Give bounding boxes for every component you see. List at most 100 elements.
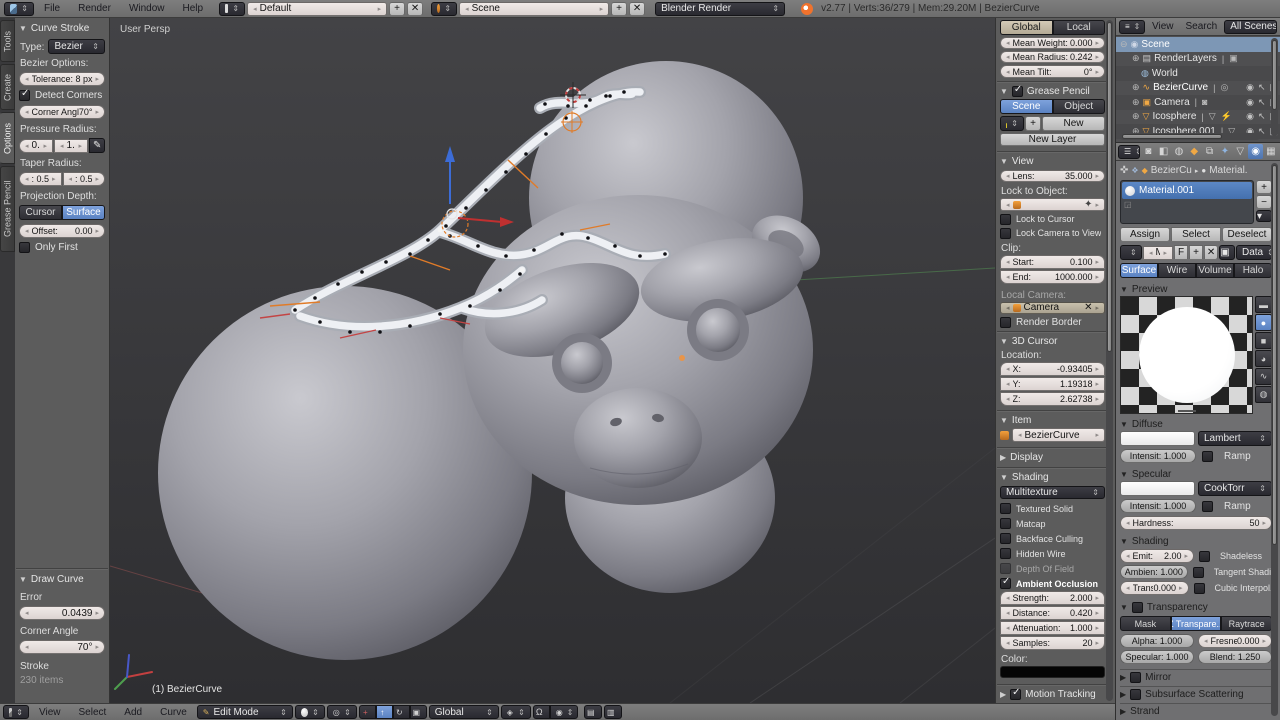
- unlink-material-button[interactable]: ✕: [1204, 245, 1218, 260]
- viewport-editor-type-button[interactable]: [3, 705, 29, 719]
- outliner-scenes-filter-dropdown[interactable]: All Scenes: [1224, 20, 1277, 34]
- taper-max-field[interactable]: : 0.50: [63, 172, 106, 186]
- grease-pencil-panel-header[interactable]: ▼Grease Pencil: [1000, 85, 1105, 98]
- eyedropper-icon[interactable]: ✦: [1084, 199, 1092, 210]
- new-layer-button[interactable]: New Layer: [1000, 133, 1105, 146]
- outliner-row-renderlayers[interactable]: ⊕▤RenderLayers|▣: [1116, 52, 1280, 67]
- manipulator-rotate-button[interactable]: ↻: [393, 705, 410, 719]
- surface-type-button[interactable]: Surface: [1120, 263, 1158, 278]
- outliner-h-scrollbar[interactable]: [1120, 133, 1260, 140]
- gp-scene-button[interactable]: Scene: [1000, 99, 1053, 114]
- view-panel-header[interactable]: ▼View: [1000, 155, 1105, 168]
- disclosure-icon[interactable]: ⊕: [1132, 82, 1140, 93]
- snap-element-dropdown[interactable]: ◈: [501, 705, 531, 719]
- global-tab[interactable]: Global: [1000, 20, 1053, 35]
- preview-hair-button[interactable]: ∿: [1255, 368, 1272, 385]
- lock-to-object-field[interactable]: ✦: [1000, 198, 1105, 210]
- screen-layout-field[interactable]: Default: [247, 2, 387, 16]
- close-scene-button[interactable]: ✕: [629, 2, 645, 16]
- select-arrow-icon[interactable]: ↖: [1258, 82, 1266, 93]
- curve-stroke-panel-header[interactable]: ▼Curve Stroke: [19, 21, 105, 36]
- deselect-button[interactable]: Deselect: [1222, 227, 1272, 242]
- preview-monkey-button[interactable]: ◕: [1255, 350, 1272, 367]
- menu-window[interactable]: Window: [121, 3, 173, 14]
- only-first-checkbox[interactable]: [19, 242, 30, 253]
- tab-constraints[interactable]: ⧉: [1202, 144, 1216, 159]
- proportional-edit-dropdown[interactable]: ◉: [550, 705, 578, 719]
- link-data-dropdown[interactable]: Data: [1236, 245, 1272, 260]
- local-camera-field[interactable]: Camera✕: [1000, 302, 1105, 314]
- tab-world[interactable]: ◍: [1172, 144, 1186, 159]
- view-menu[interactable]: View: [31, 707, 69, 718]
- pin-icon[interactable]: ✜: [1120, 165, 1128, 176]
- taper-min-field[interactable]: : 0.50: [19, 172, 62, 186]
- remove-material-slot-button[interactable]: −: [1256, 195, 1272, 209]
- nodes-button[interactable]: ▣: [1219, 245, 1235, 260]
- diffuse-ramp-checkbox[interactable]: [1202, 451, 1213, 462]
- specular-color-swatch[interactable]: [1120, 481, 1195, 496]
- preview-panel-header[interactable]: ▼Preview: [1120, 282, 1272, 296]
- curve-menu[interactable]: Curve: [152, 707, 195, 718]
- add-scene-button[interactable]: +: [611, 2, 627, 16]
- viewport-3d[interactable]: User Persp (1) BezierCurve: [110, 18, 995, 703]
- tab-options[interactable]: Options: [0, 112, 15, 164]
- material-browse-dropdown[interactable]: [1120, 245, 1142, 260]
- ztransparency-button[interactable]: Z Transpare...: [1171, 616, 1222, 631]
- outliner-search-menu[interactable]: Search: [1181, 21, 1223, 32]
- display-panel-header[interactable]: ▶Display: [1000, 451, 1105, 464]
- specular-ramp-checkbox[interactable]: [1202, 501, 1213, 512]
- select-menu[interactable]: Select: [71, 707, 115, 718]
- material-slot-selected[interactable]: Material.001: [1122, 182, 1252, 199]
- backface-culling-checkbox[interactable]: [1000, 533, 1011, 544]
- eye-icon[interactable]: ◉: [1246, 111, 1254, 122]
- diffuse-panel-header[interactable]: ▼Diffuse: [1120, 417, 1272, 431]
- outliner-row-icosphere[interactable]: ⊕▽Icosphere|▽⚡ ◉↖▣: [1116, 110, 1280, 125]
- dof-checkbox[interactable]: [1000, 563, 1011, 574]
- ambient-slider[interactable]: Ambien: 1.000: [1120, 565, 1188, 579]
- matcap-checkbox[interactable]: [1000, 518, 1011, 529]
- detect-corners-checkbox[interactable]: [19, 90, 30, 101]
- grease-pencil-checkbox[interactable]: [1012, 86, 1023, 97]
- mirror-panel-header[interactable]: ▶Mirror: [1120, 669, 1272, 683]
- manipulator-scale-button[interactable]: ▣: [410, 705, 427, 719]
- item-panel-header[interactable]: ▼Item: [1000, 414, 1105, 427]
- select-arrow-icon[interactable]: ↖: [1258, 97, 1266, 108]
- eye-icon[interactable]: ◉: [1246, 97, 1254, 108]
- new-material-button[interactable]: +: [1189, 245, 1203, 260]
- tab-create[interactable]: Create: [0, 64, 15, 110]
- tab-render[interactable]: ◙: [1141, 144, 1155, 159]
- transparency-checkbox[interactable]: [1132, 602, 1143, 613]
- cursor-y-field[interactable]: Y:1.19318: [1000, 377, 1105, 391]
- textured-solid-checkbox[interactable]: [1000, 503, 1011, 514]
- stylus-pressure-button[interactable]: ✎: [89, 138, 105, 153]
- clip-end-field[interactable]: End:1000.000: [1000, 270, 1105, 284]
- material-slot-list[interactable]: Material.001 ◲: [1120, 180, 1254, 224]
- outliner-row-world[interactable]: ◍World: [1116, 66, 1280, 81]
- outliner-v-scrollbar[interactable]: [1271, 38, 1278, 136]
- alpha-slider[interactable]: Alpha: 1.000: [1120, 634, 1194, 648]
- manipulator-translate-button[interactable]: ↑: [376, 705, 393, 719]
- opengl-render-anim-button[interactable]: ▥: [604, 705, 622, 719]
- tab-texture[interactable]: ▦: [1264, 144, 1278, 159]
- mean-radius-slider[interactable]: Mean Radius:0.242: [1000, 51, 1105, 63]
- mode-dropdown[interactable]: ✎Edit Mode: [197, 705, 293, 719]
- preview-flat-button[interactable]: ▬: [1255, 296, 1272, 313]
- tab-grease-pencil[interactable]: Grease Pencil: [0, 166, 15, 252]
- render-engine-dropdown[interactable]: Blender Render: [655, 2, 785, 16]
- properties-scrollbar[interactable]: [1271, 163, 1278, 716]
- preview-sphere-button[interactable]: ●: [1255, 314, 1272, 331]
- add-layout-button[interactable]: +: [389, 2, 405, 16]
- cursor-x-field[interactable]: X:-0.93405: [1000, 362, 1105, 376]
- lock-to-cursor-checkbox[interactable]: [1000, 214, 1011, 225]
- app-logo-menu[interactable]: [4, 2, 34, 16]
- snap-magnet-button[interactable]: Ω: [533, 705, 550, 719]
- shadeless-checkbox[interactable]: [1199, 551, 1210, 562]
- gp-new-button[interactable]: New: [1042, 116, 1105, 131]
- motion-tracking-panel-header[interactable]: ▶Motion Tracking: [1000, 688, 1105, 701]
- disclosure-icon[interactable]: ⊕: [1132, 97, 1140, 108]
- cursor-z-field[interactable]: Z:2.62738: [1000, 392, 1105, 406]
- nodes-icon[interactable]: ❖: [1131, 166, 1138, 175]
- n-panel-scrollbar[interactable]: [1106, 20, 1113, 701]
- error-slider[interactable]: 0.0439: [19, 606, 105, 620]
- preview-resize-grip[interactable]: [1178, 410, 1196, 412]
